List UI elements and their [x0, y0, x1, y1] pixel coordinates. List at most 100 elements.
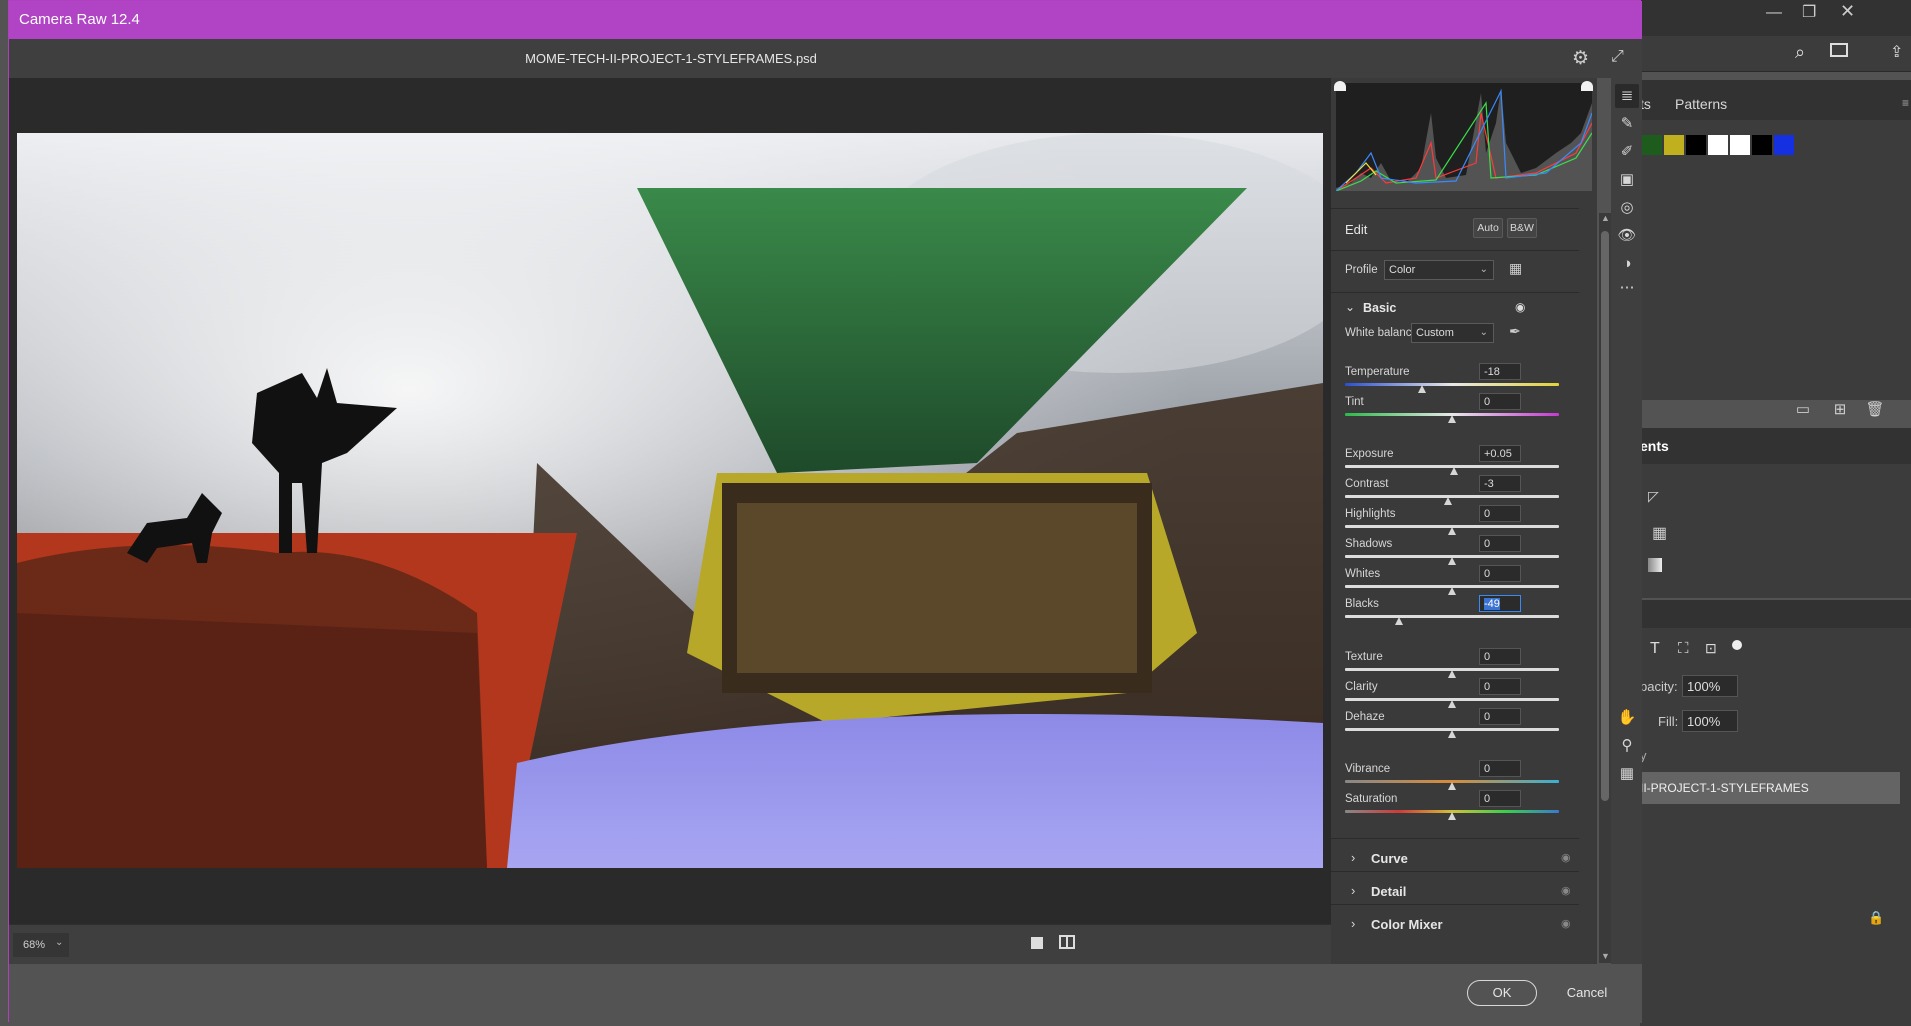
slider-value-field[interactable]: -49 [1479, 595, 1521, 612]
single-view-icon[interactable] [1031, 937, 1043, 949]
slider-thumb[interactable] [1448, 700, 1456, 708]
more-icon[interactable]: ⋯ [1615, 276, 1639, 300]
slider-value-field[interactable]: -18 [1479, 363, 1521, 380]
trash-icon[interactable]: 🗑 [1865, 400, 1885, 418]
section-color-mixer[interactable]: › Color Mixer ◉ [1331, 904, 1579, 944]
profile-browser-icon[interactable]: ▦ [1509, 260, 1522, 277]
grid-icon[interactable]: ▦ [1615, 762, 1639, 786]
tab-patterns[interactable]: Patterns [1675, 96, 1727, 112]
grid-adjust-icon[interactable]: ▦ [1652, 523, 1667, 543]
minimize-icon[interactable]: — [1766, 4, 1782, 22]
curves-adjust-icon[interactable]: ◸ [1648, 488, 1659, 505]
shadow-clipping-icon[interactable] [1334, 81, 1346, 91]
slider-value-field[interactable]: 0 [1479, 790, 1521, 807]
lock-filter-icon[interactable]: ⊡ [1705, 640, 1717, 657]
color-swatch[interactable] [1774, 135, 1794, 155]
slider-value-field[interactable]: 0 [1479, 505, 1521, 522]
slider-thumb[interactable] [1448, 782, 1456, 790]
slider-thumb[interactable] [1448, 670, 1456, 678]
histogram [1334, 81, 1593, 192]
section-title: Detail [1371, 884, 1407, 899]
slider-value-field[interactable]: 0 [1479, 760, 1521, 777]
eye-icon[interactable]: ◉ [1561, 851, 1571, 864]
slider-track[interactable] [1345, 495, 1559, 498]
color-swatch[interactable] [1642, 135, 1662, 155]
slider-thumb[interactable] [1448, 527, 1456, 535]
tab-adjustments-partial[interactable]: ents [1640, 438, 1669, 454]
color-swatch[interactable] [1664, 135, 1684, 155]
slider-thumb[interactable] [1418, 385, 1427, 393]
panel-menu-icon[interactable]: ≡ [1902, 96, 1909, 110]
bw-button[interactable]: B&W [1507, 218, 1537, 238]
edit-sliders-icon[interactable]: ≣ [1615, 84, 1639, 108]
panel-scrollbar[interactable]: ▲ ▼ [1599, 213, 1611, 963]
scroll-down-icon[interactable]: ▼ [1601, 951, 1610, 961]
new-swatch-icon[interactable]: ⊞ [1830, 400, 1850, 418]
scroll-up-icon[interactable]: ▲ [1601, 213, 1610, 223]
slider-thumb[interactable] [1448, 587, 1456, 595]
slider-thumb[interactable] [1448, 557, 1456, 565]
text-filter-icon[interactable]: T [1650, 640, 1660, 658]
slider-value-field[interactable]: 0 [1479, 678, 1521, 695]
color-swatch[interactable] [1752, 135, 1772, 155]
opacity-field[interactable]: 100% [1682, 675, 1738, 697]
slider-value: 0 [1484, 651, 1491, 663]
slider-thumb[interactable] [1394, 617, 1403, 625]
basic-section-title[interactable]: Basic [1363, 301, 1396, 315]
slider-value: 0 [1484, 681, 1491, 693]
workspace-icon[interactable] [1830, 43, 1848, 57]
eyedropper-icon[interactable]: ✒ [1509, 323, 1521, 340]
slider-value-field[interactable]: +0.05 [1479, 445, 1521, 462]
layer-row[interactable]: II-PROJECT-1-STYLEFRAMES [1640, 772, 1900, 804]
healing-brush-icon[interactable]: ✎ [1615, 112, 1639, 136]
ok-button[interactable]: OK [1467, 980, 1537, 1006]
before-after-icon[interactable] [1059, 935, 1075, 949]
eye-icon[interactable]: ◉ [1561, 884, 1571, 897]
slider-thumb[interactable] [1443, 497, 1452, 505]
image-canvas[interactable] [9, 78, 1331, 924]
color-sampler-icon[interactable]: ⚲ [1615, 734, 1639, 758]
hand-icon[interactable]: ✋ [1615, 706, 1639, 730]
highlight-clipping-icon[interactable] [1581, 81, 1593, 91]
slider-thumb[interactable] [1450, 467, 1459, 475]
scrollbar-thumb[interactable] [1601, 231, 1609, 801]
slider-thumb[interactable] [1448, 415, 1456, 423]
fill-field[interactable]: 100% [1682, 710, 1738, 732]
slider-value-field[interactable]: -3 [1479, 475, 1521, 492]
slider-value-field[interactable]: 0 [1479, 708, 1521, 725]
adjustment-brush-icon[interactable]: ✐ [1615, 140, 1639, 164]
color-swatch[interactable] [1708, 135, 1728, 155]
folder-icon[interactable]: ▭ [1793, 400, 1813, 418]
auto-button[interactable]: Auto [1473, 218, 1503, 238]
color-swatch[interactable] [1686, 135, 1706, 155]
red-eye-icon[interactable]: 👁 [1615, 224, 1639, 248]
slider-track[interactable] [1345, 383, 1559, 386]
slider-value-field[interactable]: 0 [1479, 565, 1521, 582]
radial-filter-icon[interactable]: ◎ [1615, 196, 1639, 220]
eye-icon[interactable]: ◉ [1515, 300, 1525, 314]
transform-filter-icon[interactable]: ⛶ [1678, 640, 1689, 657]
share-icon[interactable]: ⇪ [1890, 42, 1903, 62]
color-swatch[interactable] [1730, 135, 1750, 155]
fullscreen-icon[interactable]: ⤢ [1611, 48, 1624, 66]
slider-value-field[interactable]: 0 [1479, 535, 1521, 552]
toggle-filter-icon[interactable] [1732, 640, 1742, 650]
graduated-filter-icon[interactable]: ▣ [1615, 168, 1639, 192]
gear-icon[interactable]: ⚙ [1572, 47, 1589, 70]
restore-icon[interactable]: ❐ [1802, 2, 1816, 22]
eye-icon[interactable]: ◉ [1561, 917, 1571, 930]
chevron-down-icon[interactable]: ⌄ [1345, 300, 1355, 314]
zoom-dropdown[interactable]: 68% ⌄ [13, 933, 69, 957]
close-icon[interactable]: ✕ [1840, 1, 1855, 22]
cancel-button[interactable]: Cancel [1557, 980, 1617, 1006]
profile-dropdown[interactable]: Color ⌄ [1384, 260, 1494, 280]
white-balance-dropdown[interactable]: Custom ⌄ [1411, 323, 1494, 343]
gradient-adjust-icon[interactable] [1648, 558, 1662, 572]
slider-value-field[interactable]: 0 [1479, 393, 1521, 410]
search-icon[interactable]: ⌕ [1795, 42, 1805, 63]
presets-icon[interactable]: ◑ [1615, 252, 1639, 276]
slider-thumb[interactable] [1448, 730, 1456, 738]
slider-track[interactable] [1345, 615, 1559, 618]
slider-thumb[interactable] [1448, 812, 1456, 820]
slider-value-field[interactable]: 0 [1479, 648, 1521, 665]
